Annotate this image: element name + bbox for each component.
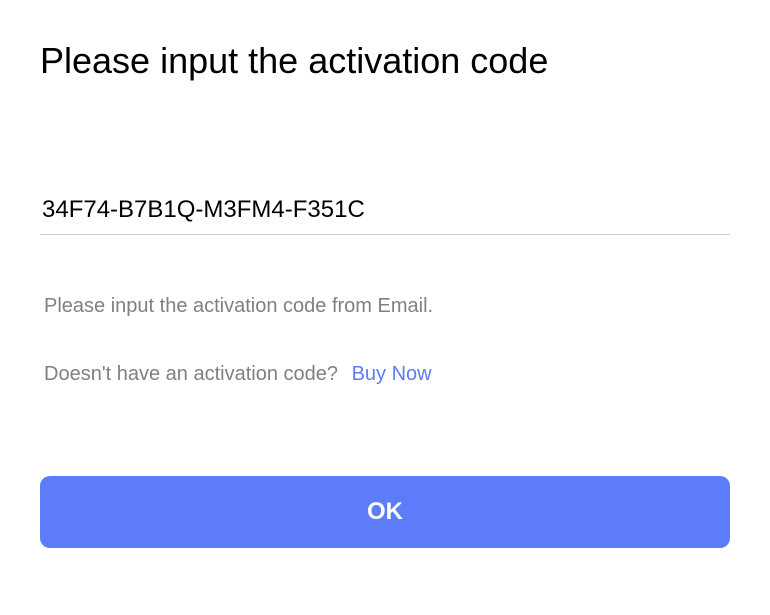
activation-code-input[interactable]: [40, 192, 730, 235]
page-title: Please input the activation code: [40, 40, 730, 82]
buy-row: Doesn't have an activation code? Buy Now: [40, 363, 730, 386]
activation-code-field-wrapper: [40, 192, 730, 235]
buy-now-link[interactable]: Buy Now: [352, 363, 432, 385]
ok-button[interactable]: OK: [40, 476, 730, 548]
buy-prompt-text: Doesn't have an activation code?: [44, 363, 338, 385]
helper-text: Please input the activation code from Em…: [40, 295, 730, 318]
